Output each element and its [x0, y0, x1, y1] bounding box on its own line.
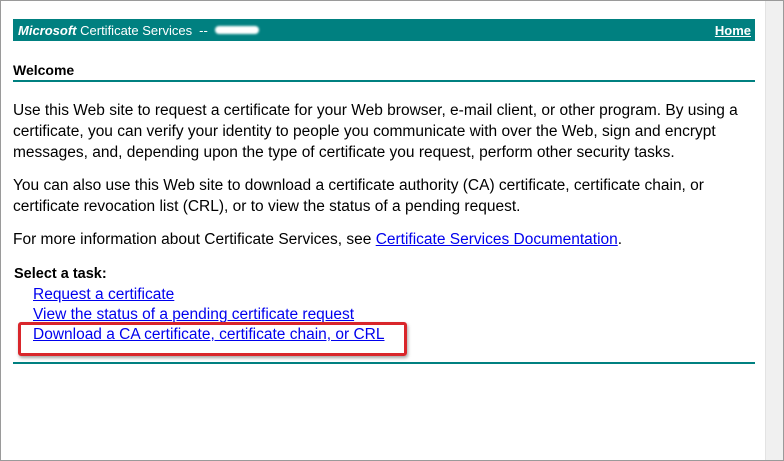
download-text: You can also use this Web site to downlo…: [13, 177, 704, 215]
list-item: Request a certificate: [33, 285, 385, 305]
select-task-heading: Select a task:: [14, 266, 107, 282]
brand-certificate-services: Certificate Services: [80, 22, 193, 38]
browser-content-area: Microsoft Certificate Services -- Home W…: [0, 0, 784, 461]
info-paragraph: For more information about Certificate S…: [13, 229, 755, 250]
view-pending-request-link[interactable]: View the status of a pending certificate…: [33, 306, 354, 323]
page-title: Welcome: [13, 62, 75, 78]
task-list: Request a certificate View the status of…: [33, 285, 385, 345]
brand-microsoft: Microsoft: [18, 22, 77, 38]
request-certificate-link[interactable]: Request a certificate: [33, 286, 174, 303]
title-divider: [13, 80, 755, 82]
info-text: For more information about Certificate S…: [13, 229, 755, 250]
list-item: View the status of a pending certificate…: [33, 305, 385, 325]
bottom-divider: [13, 362, 755, 364]
download-paragraph: You can also use this Web site to downlo…: [13, 175, 755, 217]
home-link[interactable]: Home: [715, 23, 751, 38]
download-ca-certificate-link[interactable]: Download a CA certificate, certificate c…: [33, 326, 385, 343]
intro-text: Use this Web site to request a certifica…: [13, 102, 738, 161]
brand-separator: --: [199, 22, 208, 38]
intro-paragraph: Use this Web site to request a certifica…: [13, 100, 755, 163]
info-prefix: For more information about Certificate S…: [13, 231, 376, 248]
brand-title: Microsoft Certificate Services --: [18, 23, 259, 38]
list-item: Download a CA certificate, certificate c…: [33, 325, 385, 345]
info-suffix: .: [617, 231, 623, 248]
redacted-server-name: [214, 26, 259, 34]
vertical-scrollbar[interactable]: [765, 1, 783, 460]
certificate-services-documentation-link[interactable]: Certificate Services Documentation: [376, 231, 618, 248]
header-bar: Microsoft Certificate Services -- Home: [13, 19, 755, 41]
